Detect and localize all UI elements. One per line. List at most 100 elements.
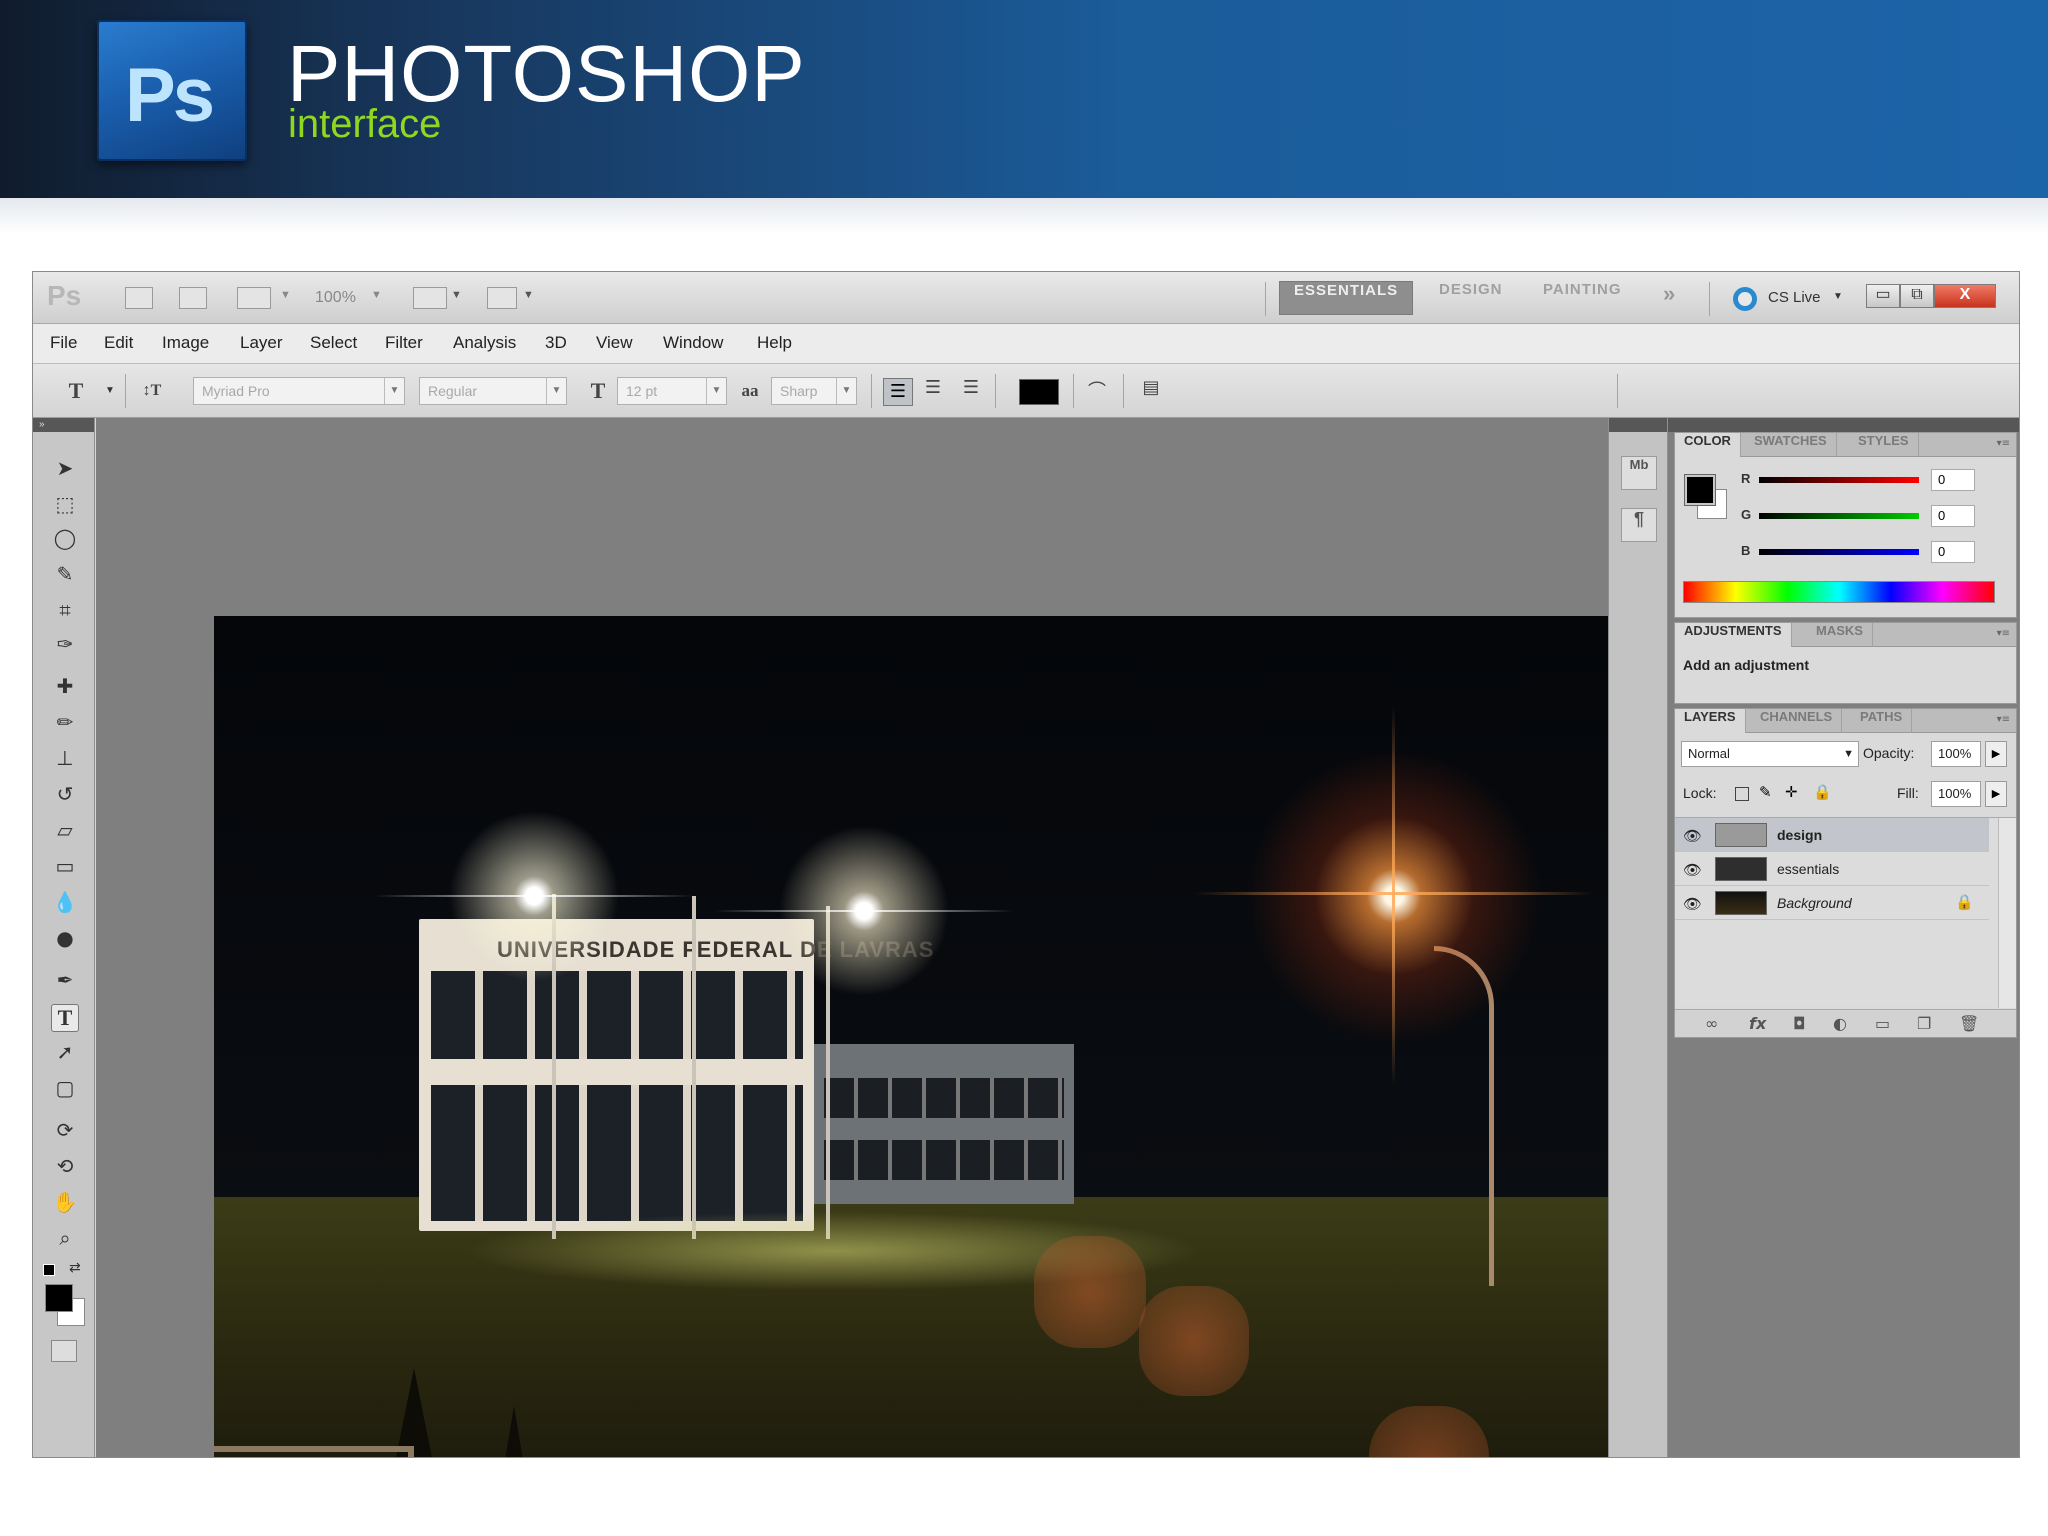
lasso-icon[interactable]: ◯	[51, 526, 79, 554]
3d-rotate-icon[interactable]: ⟳	[51, 1118, 79, 1146]
tab-channels[interactable]: CHANNELS	[1751, 709, 1843, 733]
chevron-down-icon[interactable]: ▼	[523, 289, 534, 301]
trash-icon[interactable]: 🗑	[1959, 1014, 1979, 1033]
group-icon[interactable]: ▭	[1875, 1014, 1890, 1033]
blue-value[interactable]: 0	[1931, 541, 1975, 563]
cs-live-button[interactable]: CS Live	[1768, 289, 1821, 306]
align-right-icon[interactable]: ☰	[957, 377, 985, 405]
dock-header[interactable]	[1609, 418, 1667, 432]
warp-text-icon[interactable]: ⌒	[1083, 377, 1111, 405]
menu-analysis[interactable]: Analysis	[453, 333, 516, 353]
restore-button[interactable]: ⧉	[1900, 284, 1934, 308]
tab-styles[interactable]: STYLES	[1849, 433, 1919, 457]
menu-filter[interactable]: Filter	[385, 333, 423, 353]
screen-mode-icon[interactable]	[487, 287, 517, 309]
swap-colors-icon[interactable]: ⇄	[69, 1260, 81, 1276]
launch-minibridge-icon[interactable]	[179, 287, 207, 309]
panel-collapse-icon[interactable]: »	[33, 418, 94, 432]
blend-mode-select[interactable]: Normal ▼	[1681, 741, 1859, 767]
pen-icon[interactable]: ✒	[51, 968, 79, 996]
new-layer-icon[interactable]: ❐	[1917, 1014, 1931, 1033]
chevron-down-icon[interactable]: ▼	[371, 289, 382, 301]
zoom-level[interactable]: 100%	[315, 289, 356, 307]
red-slider[interactable]	[1759, 477, 1919, 483]
layer-row-essentials[interactable]: 👁 essentials	[1675, 852, 1989, 886]
green-value[interactable]: 0	[1931, 505, 1975, 527]
fill-input[interactable]: 100%	[1931, 781, 1981, 807]
quick-mask-icon[interactable]	[51, 1340, 77, 1362]
launch-bridge-icon[interactable]	[125, 287, 153, 309]
menu-edit[interactable]: Edit	[104, 333, 133, 353]
eye-icon[interactable]: 👁	[1683, 895, 1702, 913]
chevron-down-icon[interactable]: ▼	[1833, 291, 1843, 302]
color-ramp[interactable]	[1683, 581, 1995, 603]
history-brush-icon[interactable]: ↺	[51, 782, 79, 810]
document-canvas-area[interactable]: UNIVERSIDADE FEDERAL DE LAVRAS	[96, 418, 1622, 1457]
panel-menu-icon[interactable]: ▾≡	[1997, 628, 2010, 639]
more-workspaces-icon[interactable]: »	[1649, 281, 1690, 315]
path-select-icon[interactable]: ➚	[51, 1040, 79, 1068]
blur-icon[interactable]: 💧	[51, 890, 79, 918]
opacity-arrow-icon[interactable]: ▶	[1985, 741, 2007, 767]
minimize-button[interactable]: ▭	[1866, 284, 1900, 308]
layer-row-design[interactable]: 👁 design	[1675, 818, 1989, 852]
layer-name[interactable]: essentials	[1777, 861, 1839, 877]
foreground-color-swatch[interactable]	[45, 1284, 73, 1312]
crop-icon[interactable]: ⌗	[51, 598, 79, 626]
font-size-select[interactable]: 12 pt ▼	[617, 377, 727, 405]
eye-icon[interactable]: 👁	[1683, 827, 1702, 845]
default-colors-icon[interactable]	[43, 1264, 55, 1276]
chevron-down-icon[interactable]: ▼	[105, 385, 115, 396]
tab-layers[interactable]: LAYERS	[1675, 709, 1746, 733]
tab-swatches[interactable]: SWATCHES	[1745, 433, 1837, 457]
opacity-input[interactable]: 100%	[1931, 741, 1981, 767]
tab-masks[interactable]: MASKS	[1807, 623, 1873, 647]
layers-scrollbar[interactable]	[1998, 818, 2016, 1008]
view-extras-icon[interactable]	[237, 287, 271, 309]
healing-brush-icon[interactable]: ✚	[51, 674, 79, 702]
font-style-select[interactable]: Regular ▼	[419, 377, 567, 405]
quick-select-icon[interactable]: ✎	[51, 562, 79, 590]
text-color-swatch[interactable]	[1019, 379, 1059, 405]
blue-slider[interactable]	[1759, 549, 1919, 555]
menu-window[interactable]: Window	[663, 333, 723, 353]
zoom-icon[interactable]: ⌕	[51, 1226, 79, 1254]
link-icon[interactable]: ∞	[1705, 1014, 1718, 1033]
cs-live-icon[interactable]	[1733, 287, 1757, 311]
foreground-color-swatch[interactable]	[1684, 474, 1716, 506]
lock-all-icon[interactable]: 🔒	[1813, 783, 1832, 801]
close-button[interactable]: X	[1934, 284, 1996, 308]
adjustment-layer-icon[interactable]: ◐	[1833, 1014, 1847, 1033]
shape-icon[interactable]: ▢	[51, 1076, 79, 1104]
chevron-down-icon[interactable]: ▼	[280, 289, 291, 301]
menu-layer[interactable]: Layer	[240, 333, 283, 353]
workspace-essentials[interactable]: ESSENTIALS	[1279, 281, 1414, 315]
menu-image[interactable]: Image	[162, 333, 209, 353]
lock-position-icon[interactable]: ✛	[1785, 783, 1798, 801]
text-orientation-icon[interactable]: ↕T	[139, 377, 165, 405]
eyedropper-icon[interactable]: ✑	[51, 632, 79, 660]
hand-icon[interactable]: ✋	[51, 1190, 79, 1218]
panels-header[interactable]	[1668, 418, 2019, 432]
3d-orbit-icon[interactable]: ⟲	[51, 1154, 79, 1182]
dodge-icon[interactable]: ●	[51, 926, 79, 954]
green-slider[interactable]	[1759, 513, 1919, 519]
tab-color[interactable]: COLOR	[1675, 433, 1741, 457]
move-icon[interactable]: ➤	[51, 456, 79, 484]
clone-stamp-icon[interactable]: ⊥	[51, 746, 79, 774]
tab-adjustments[interactable]: ADJUSTMENTS	[1675, 623, 1792, 647]
layer-row-background[interactable]: 👁 Background 🔒	[1675, 886, 1989, 920]
menu-view[interactable]: View	[596, 333, 633, 353]
lock-transparent-icon[interactable]	[1735, 787, 1749, 801]
lock-pixels-icon[interactable]: ✎	[1759, 783, 1772, 801]
menu-help[interactable]: Help	[757, 333, 792, 353]
workspace-painting[interactable]: PAINTING	[1529, 281, 1636, 315]
fx-icon[interactable]: fx	[1749, 1014, 1766, 1033]
character-button[interactable]: ¶	[1621, 508, 1657, 542]
mini-bridge-button[interactable]: Mb	[1621, 456, 1657, 490]
marquee-icon[interactable]: ⬚	[51, 492, 79, 520]
arrange-documents-icon[interactable]	[413, 287, 447, 309]
panel-menu-icon[interactable]: ▾≡	[1997, 714, 2010, 725]
panel-menu-icon[interactable]: ▾≡	[1997, 438, 2010, 449]
eraser-icon[interactable]: ▱	[51, 818, 79, 846]
